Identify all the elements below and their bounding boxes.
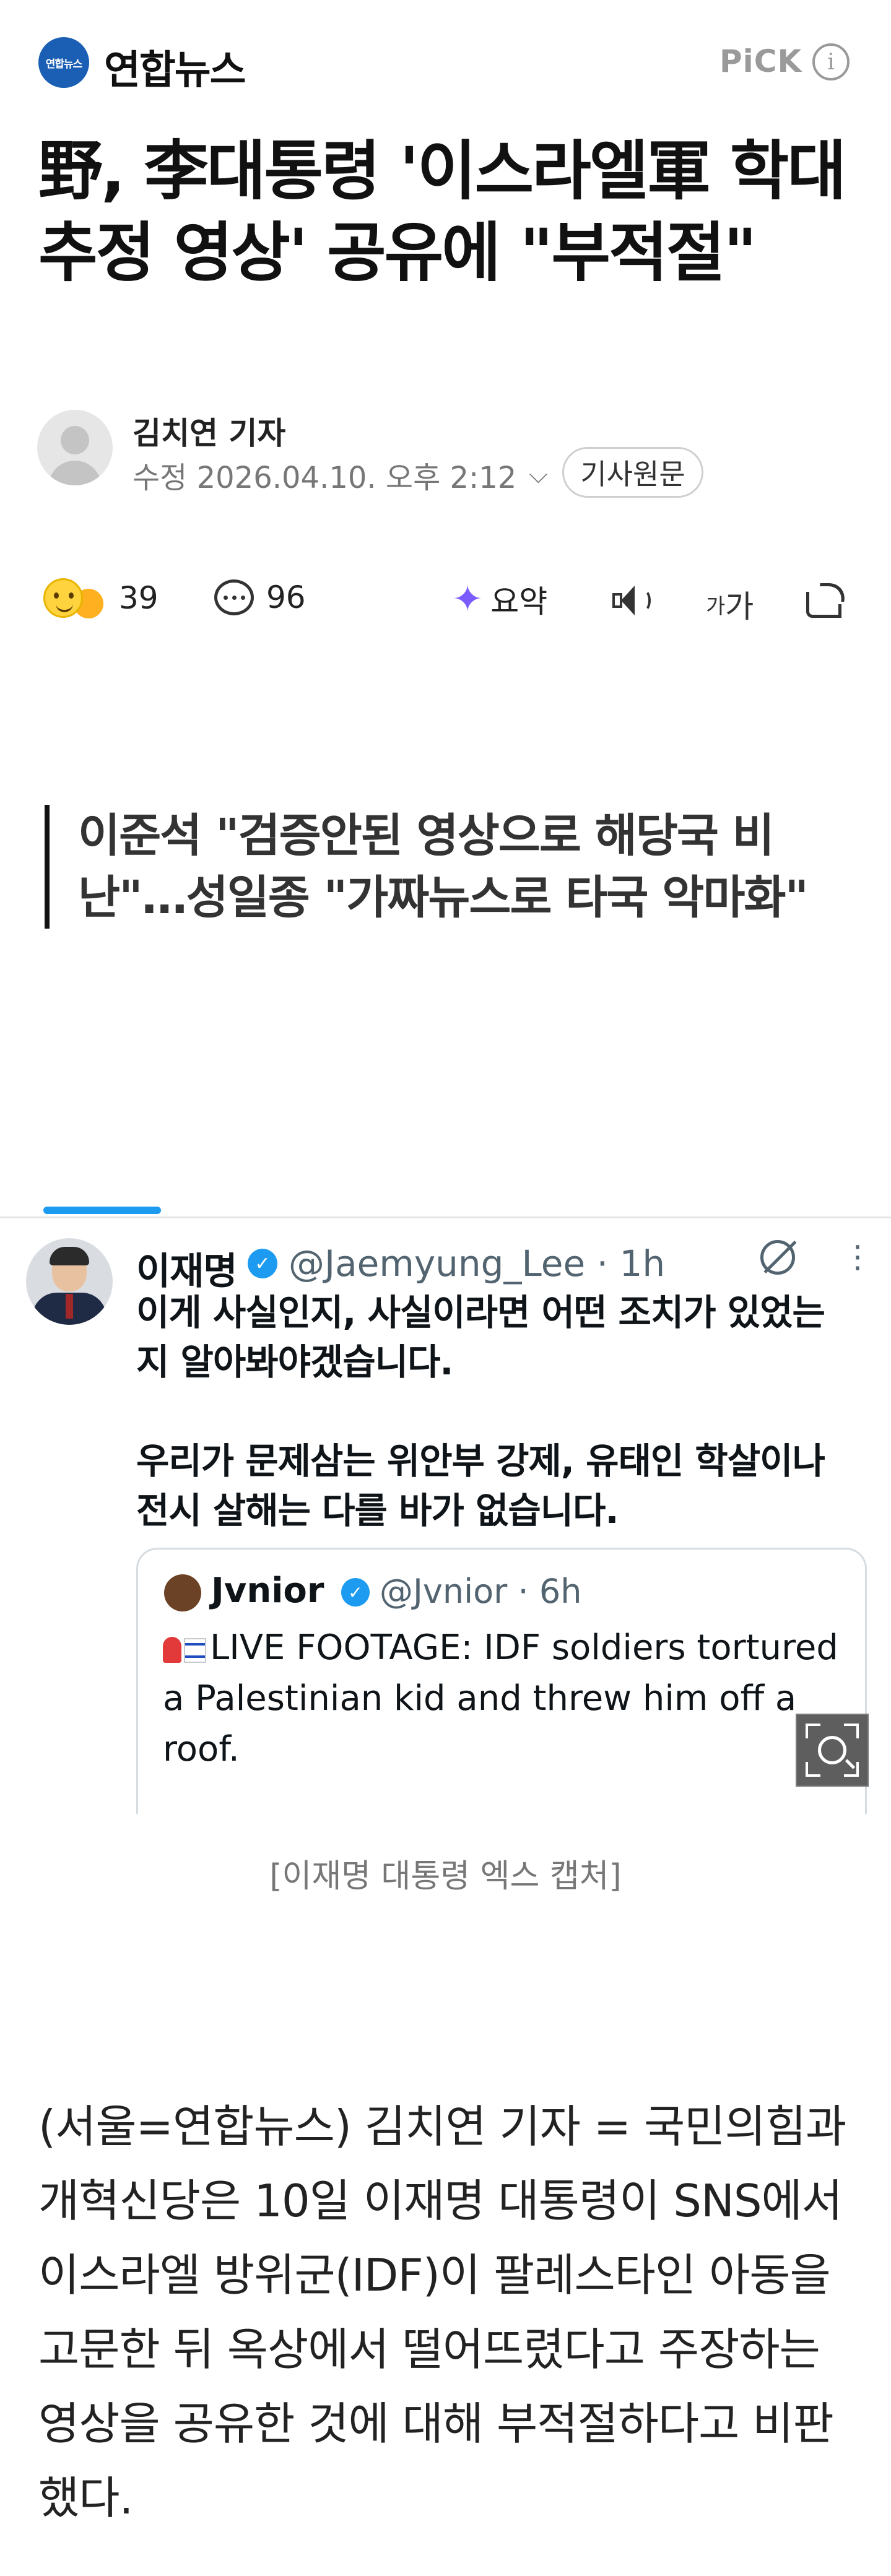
listen-button[interactable] (610, 582, 653, 619)
quoted-author-name: Jvnior (211, 1571, 324, 1611)
font-large-glyph: 가 (725, 589, 754, 625)
post-author-name: 이재명 (136, 1250, 238, 1293)
reaction-count: 39 (119, 580, 159, 616)
quoted-text-body: LIVE FOOTAGE: IDF soldiers tortured a Pa… (163, 1628, 838, 1769)
siren-flag-emoji-icon (163, 1634, 206, 1665)
publisher-name[interactable]: 연합뉴스 (104, 38, 246, 95)
quoted-author-avatar (164, 1574, 201, 1611)
pick-label: PiCK (719, 43, 802, 79)
more-options-icon: ⋮ (842, 1239, 873, 1275)
chevron-down-icon[interactable]: ⌵ (529, 461, 547, 489)
divider (0, 1216, 891, 1218)
font-small-glyph: 가 (706, 594, 726, 619)
reporter-name[interactable]: 김치연 기자 (133, 409, 285, 453)
speaker-icon (610, 582, 653, 619)
share-icon (804, 579, 848, 619)
info-icon[interactable]: i (812, 43, 850, 80)
summary-button[interactable]: ✦ 요약 (452, 577, 547, 622)
comment-count: 96 (266, 579, 306, 615)
original-article-button[interactable]: 기사원문 (562, 447, 703, 498)
summary-label: 요약 (490, 584, 548, 620)
comment-button[interactable]: 96 (214, 579, 306, 615)
article-image[interactable]: 이재명 ✓ @Jaemyung_Lee · 1h ⋮ 이게 사실인지, 사실이라… (0, 1204, 891, 1814)
image-caption: [이재명 대통령 엑스 캡처] (269, 1858, 622, 1895)
verified-badge-icon: ✓ (341, 1578, 370, 1607)
post-text-2: 우리가 문제삼는 위안부 강제, 유태인 학살이나 전시 살해는 다를 바가 없… (136, 1440, 825, 1532)
article-body: (서울=연합뉴스) 김치연 기자 = 국민의힘과 개혁신당은 10일 이재명 대… (38, 2101, 846, 2524)
quoted-author-handle: @Jvnior · 6h (380, 1572, 582, 1611)
font-size-button[interactable]: 가가 (706, 582, 754, 627)
smile-emoji-icon (43, 578, 83, 618)
post-author-avatar (26, 1238, 113, 1325)
share-button[interactable] (804, 579, 848, 619)
tab-indicator (43, 1207, 161, 1214)
article-headline: 野, 李대통령 '이스라엘軍 학대 추정 영상' 공유에 "부적절" (38, 133, 846, 290)
article-meta: 수정 2026.04.10. 오후 2:12 ⌵ (133, 453, 548, 497)
action-bar: 39 96 ✦ 요약 가가 (0, 563, 891, 638)
verified-badge-icon: ✓ (248, 1249, 277, 1278)
reaction-button[interactable]: 39 (43, 576, 159, 620)
comment-icon (214, 579, 254, 615)
top-bar: 연합뉴스 연합뉴스 PiCK i (0, 0, 891, 130)
yonhap-logo-icon[interactable]: 연합뉴스 (38, 37, 89, 88)
quoted-post: Jvnior ✓ @Jvnior · 6h LIVE FOOTAGE: IDF … (136, 1548, 867, 1814)
grok-icon (760, 1240, 795, 1275)
edit-timestamp: 수정 2026.04.10. 오후 2:12 (133, 461, 517, 495)
sparkle-icon: ✦ (452, 578, 484, 621)
image-zoom-button[interactable] (796, 1714, 869, 1787)
post-text-1: 이게 사실인지, 사실이라면 어떤 조치가 있었는지 알아봐야겠습니다. (136, 1291, 825, 1383)
article-subheadline: 이준석 "검증안된 영상으로 해당국 비난"…성일종 "가짜뉴스로 타국 악마화… (45, 805, 819, 929)
post-author-handle: @Jaemyung_Lee · 1h (289, 1242, 666, 1285)
magnifier-icon (818, 1736, 846, 1764)
reporter-avatar[interactable] (37, 410, 113, 485)
quoted-post-text: LIVE FOOTAGE: IDF soldiers tortured a Pa… (163, 1623, 844, 1775)
